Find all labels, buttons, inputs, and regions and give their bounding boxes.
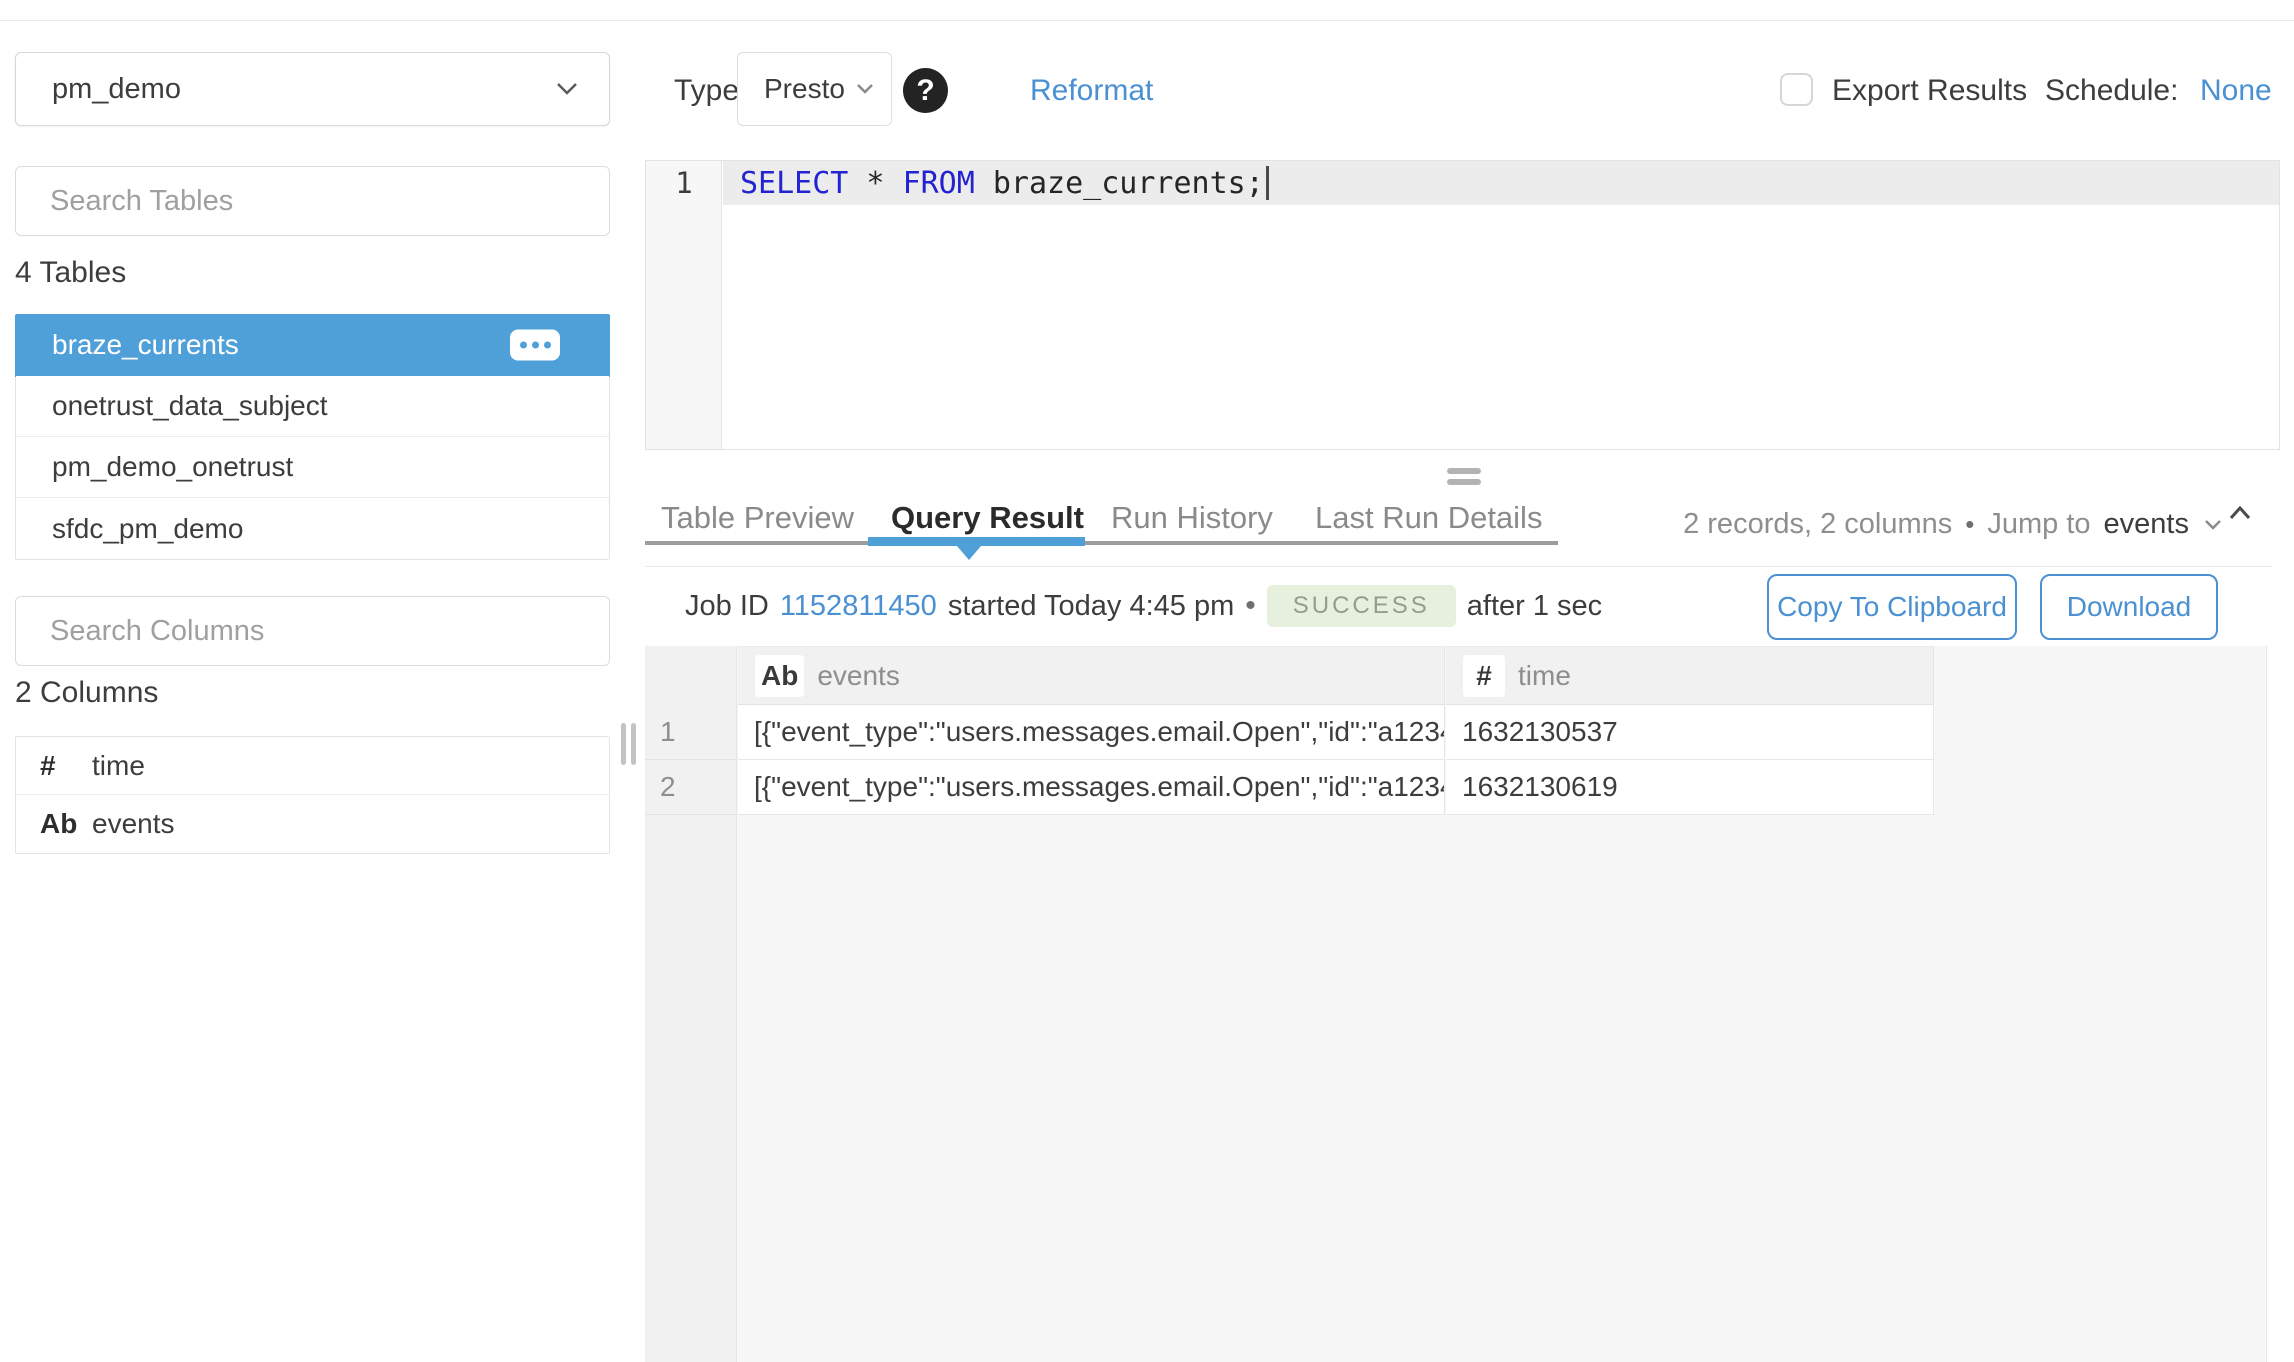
sql-editor-app: pm_demo 4 Tables braze_currents onetrust… — [0, 0, 2294, 1362]
meta-bullet: • — [1965, 509, 1974, 540]
editor-line-number: 1 — [646, 161, 722, 205]
column-header-time[interactable]: # time — [1446, 646, 1934, 705]
help-icon[interactable]: ? — [903, 68, 948, 113]
table-name: onetrust_data_subject — [52, 390, 328, 422]
column-name: events — [92, 808, 175, 840]
numeric-type-icon: # — [40, 750, 92, 782]
question-mark: ? — [916, 74, 934, 108]
pane-splitter-handle[interactable] — [1447, 468, 1481, 485]
table-name: braze_currents — [52, 329, 239, 361]
sql-identifier: braze_currents; — [975, 166, 1264, 201]
row-number: 1 — [645, 705, 737, 760]
cell-time-row2[interactable]: 1632130619 — [1446, 760, 1934, 815]
sidebar-resize-handle[interactable] — [621, 723, 639, 765]
jump-to-value: events — [2104, 508, 2189, 541]
column-list-item-time[interactable]: # time — [16, 737, 609, 795]
tab-last-run-details[interactable]: Last Run Details — [1315, 500, 1542, 538]
column-header-label: time — [1518, 660, 1571, 692]
chevron-down-icon — [555, 81, 579, 97]
table-list-item-onetrust-data-subject[interactable]: onetrust_data_subject — [16, 376, 609, 437]
schedule-label: Schedule: — [2045, 74, 2178, 108]
records-summary: 2 records, 2 columns — [1683, 508, 1952, 541]
search-columns-input[interactable] — [15, 596, 610, 666]
tab-table-preview[interactable]: Table Preview — [661, 500, 854, 538]
database-select-value: pm_demo — [52, 73, 555, 106]
cell-events-row2[interactable]: [{"event_type":"users.messages.email.Ope… — [738, 760, 1445, 815]
tables-count-label: 4 Tables — [15, 256, 126, 290]
columns-count-label: 2 Columns — [15, 676, 158, 710]
tab-query-result[interactable]: Query Result — [891, 500, 1084, 538]
job-started-text: started Today 4:45 pm — [948, 590, 1234, 623]
reformat-link[interactable]: Reformat — [1030, 74, 1153, 108]
export-results-checkbox[interactable] — [1780, 73, 1813, 106]
sql-editor[interactable]: 1 SELECT * FROM braze_currents; — [645, 160, 2280, 450]
job-id-link[interactable]: 1152811450 — [780, 590, 937, 623]
row-number: 2 — [645, 760, 737, 815]
collapse-pane-chevron-up-icon[interactable] — [2226, 500, 2254, 528]
copy-to-clipboard-button[interactable]: Copy To Clipboard — [1767, 574, 2017, 640]
column-header-events[interactable]: Ab events — [738, 646, 1445, 705]
column-name: time — [92, 750, 145, 782]
column-list-item-events[interactable]: Ab events — [16, 795, 609, 853]
query-results-grid: Ab events # time 1 [{"event_type":"users… — [645, 646, 2267, 1362]
table-options-ellipsis-button[interactable] — [510, 330, 560, 361]
sql-operator: * — [848, 166, 902, 201]
tab-run-history[interactable]: Run History — [1111, 500, 1273, 538]
job-id-label: Job ID — [685, 590, 769, 623]
schedule-none-link[interactable]: None — [2200, 74, 2272, 108]
top-divider — [0, 20, 2294, 21]
jump-to-column-select[interactable]: Jump to events — [1987, 508, 2224, 541]
chevron-down-icon — [2202, 517, 2224, 532]
jump-to-label: Jump to — [1987, 508, 2090, 541]
database-select[interactable]: pm_demo — [15, 52, 610, 126]
active-tab-pointer — [957, 546, 981, 560]
active-tab-indicator — [868, 537, 1085, 546]
export-results-label: Export Results — [1832, 74, 2027, 108]
job-duration-text: after 1 sec — [1467, 590, 1602, 623]
column-list: # time Ab events — [15, 736, 610, 854]
cell-time-row1[interactable]: 1632130537 — [1446, 705, 1934, 760]
job-status-dot: • — [1245, 589, 1256, 623]
numeric-type-icon: # — [1463, 655, 1505, 697]
column-header-label: events — [817, 660, 900, 692]
tabs-underline — [645, 541, 1558, 545]
query-type-value: Presto — [764, 73, 845, 105]
table-list-item-sfdc-pm-demo[interactable]: sfdc_pm_demo — [16, 498, 609, 559]
table-list-item-braze-currents[interactable]: braze_currents — [15, 314, 610, 377]
text-cursor — [1266, 166, 1269, 200]
chevron-down-icon — [855, 82, 875, 96]
table-list: braze_currents onetrust_data_subject pm_… — [15, 314, 610, 560]
status-badge: SUCCESS — [1267, 585, 1456, 627]
table-name: pm_demo_onetrust — [52, 451, 293, 483]
search-tables-input[interactable] — [15, 166, 610, 236]
job-status-bar: Job ID 1152811450 started Today 4:45 pm … — [685, 567, 1602, 645]
cell-events-row1[interactable]: [{"event_type":"users.messages.email.Ope… — [738, 705, 1445, 760]
sql-keyword: FROM — [903, 166, 975, 201]
text-type-icon: Ab — [755, 655, 804, 697]
text-type-icon: Ab — [40, 808, 92, 840]
sql-line-1[interactable]: SELECT * FROM braze_currents; — [723, 161, 2279, 205]
table-list-item-pm-demo-onetrust[interactable]: pm_demo_onetrust — [16, 437, 609, 498]
table-name: sfdc_pm_demo — [52, 513, 243, 545]
query-type-select[interactable]: Presto — [737, 52, 892, 126]
sql-keyword: SELECT — [740, 166, 848, 201]
download-button[interactable]: Download — [2040, 574, 2218, 640]
results-meta: 2 records, 2 columns • Jump to events — [1683, 505, 2224, 543]
